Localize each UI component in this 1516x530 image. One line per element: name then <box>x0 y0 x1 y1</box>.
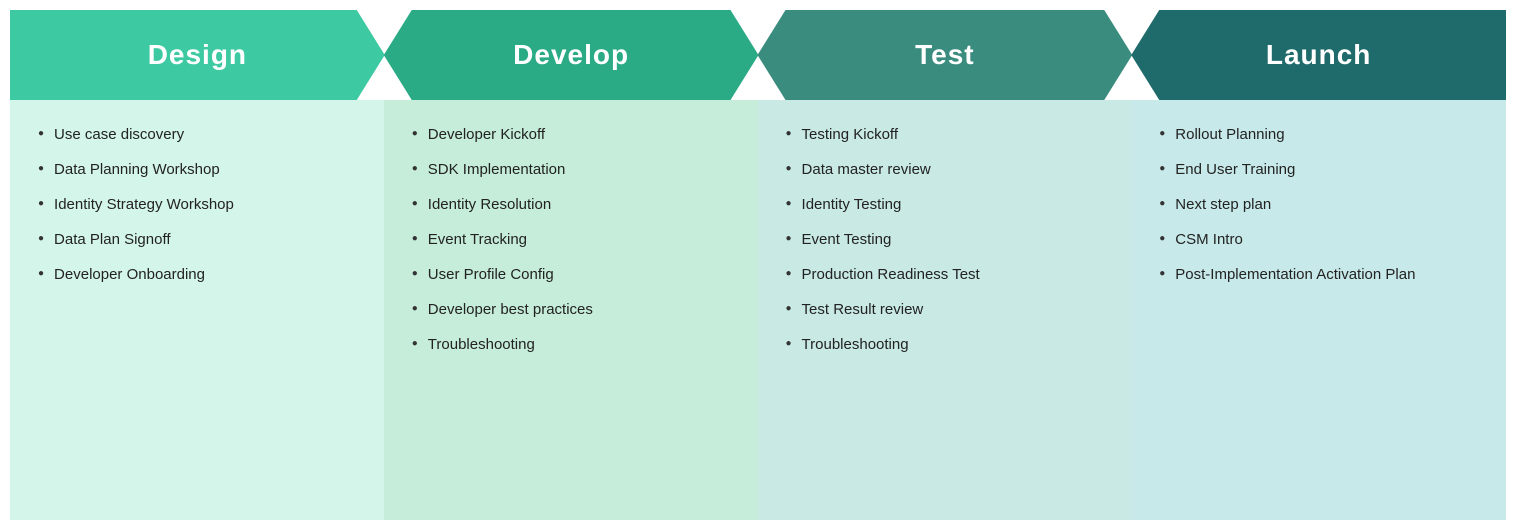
phase-develop-header: Develop <box>384 10 759 100</box>
phase-test-header: Test <box>758 10 1133 100</box>
pipeline-container: Design Use case discovery Data Planning Wo… <box>10 10 1506 520</box>
phase-develop-body: Developer Kickoff SDK Implementation Ident… <box>384 100 759 520</box>
list-item: Troubleshooting <box>786 334 1113 355</box>
list-item: Identity Testing <box>786 194 1113 215</box>
list-item: End User Training <box>1159 159 1486 180</box>
list-item: Developer best practices <box>412 299 739 320</box>
phase-test: Test Testing Kickoff Data master review Ide… <box>758 10 1133 520</box>
phase-launch: Launch Rollout Planning End User Training N… <box>1131 10 1506 520</box>
list-item: Data master review <box>786 159 1113 180</box>
phase-design-body: Use case discovery Data Planning Workshop… <box>10 100 385 520</box>
phase-launch-header: Launch <box>1131 10 1506 100</box>
list-item: Troubleshooting <box>412 334 739 355</box>
list-item: Post-Implementation Activation Plan <box>1159 264 1486 285</box>
phase-launch-body: Rollout Planning End User Training Next st… <box>1131 100 1506 520</box>
list-item: Rollout Planning <box>1159 124 1486 145</box>
list-item: Testing Kickoff <box>786 124 1113 145</box>
phase-test-body: Testing Kickoff Data master review Identit… <box>758 100 1133 520</box>
list-item: User Profile Config <box>412 264 739 285</box>
list-item: Identity Resolution <box>412 194 739 215</box>
list-item: CSM Intro <box>1159 229 1486 250</box>
phase-develop-list: Developer Kickoff SDK Implementation Ident… <box>412 124 739 355</box>
list-item: Test Result review <box>786 299 1113 320</box>
phase-develop: Develop Developer Kickoff SDK Implementati… <box>384 10 759 520</box>
list-item: Developer Onboarding <box>38 264 365 285</box>
phase-design-header: Design <box>10 10 385 100</box>
list-item: Data Planning Workshop <box>38 159 365 180</box>
phase-launch-list: Rollout Planning End User Training Next st… <box>1159 124 1486 285</box>
list-item: Data Plan Signoff <box>38 229 365 250</box>
phase-design: Design Use case discovery Data Planning Wo… <box>10 10 385 520</box>
list-item: Event Tracking <box>412 229 739 250</box>
phase-design-list: Use case discovery Data Planning Workshop… <box>38 124 365 285</box>
list-item: Developer Kickoff <box>412 124 739 145</box>
list-item: Event Testing <box>786 229 1113 250</box>
list-item: SDK Implementation <box>412 159 739 180</box>
list-item: Use case discovery <box>38 124 365 145</box>
list-item: Identity Strategy Workshop <box>38 194 365 215</box>
phase-test-list: Testing Kickoff Data master review Identit… <box>786 124 1113 355</box>
list-item: Next step plan <box>1159 194 1486 215</box>
list-item: Production Readiness Test <box>786 264 1113 285</box>
